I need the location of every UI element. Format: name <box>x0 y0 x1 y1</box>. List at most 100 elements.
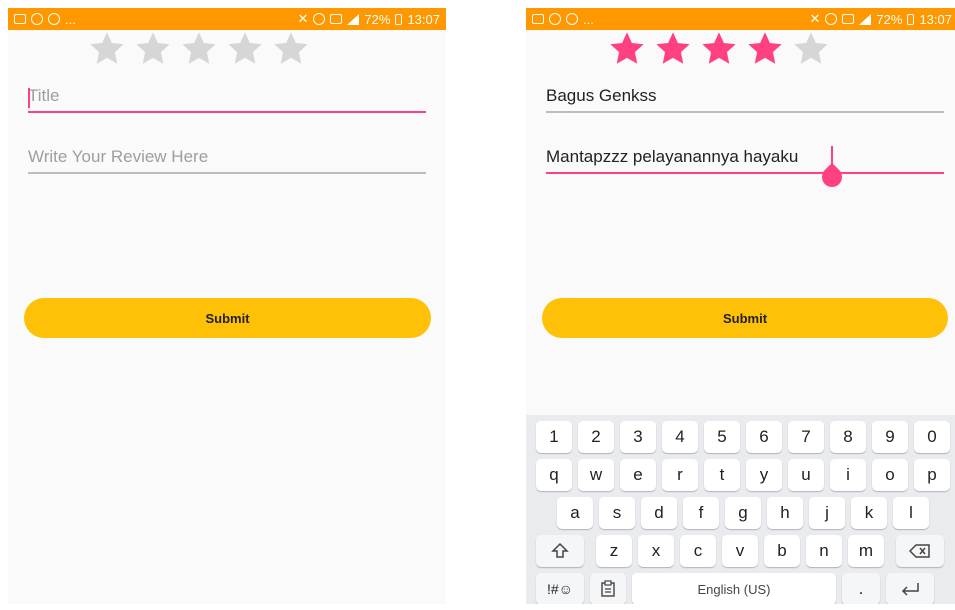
battery-text: 72% <box>364 11 391 27</box>
star-icon[interactable] <box>792 30 830 68</box>
key-1[interactable]: 1 <box>536 421 572 453</box>
key-z[interactable]: z <box>596 535 632 567</box>
key-w[interactable]: w <box>578 459 614 491</box>
status-bar: ... ✕ 72% 13:07 <box>8 8 446 30</box>
star-icon[interactable] <box>700 30 738 68</box>
at-icon <box>566 13 578 25</box>
review-input[interactable] <box>28 147 426 172</box>
shift-key[interactable] <box>536 535 584 567</box>
key-t[interactable]: t <box>704 459 740 491</box>
key-y[interactable]: y <box>746 459 782 491</box>
key-2[interactable]: 2 <box>578 421 614 453</box>
review-field[interactable] <box>28 147 426 174</box>
signal-icon <box>859 13 872 25</box>
battery-text: 72% <box>876 11 903 27</box>
key-5[interactable]: 5 <box>704 421 740 453</box>
text-cursor <box>28 88 30 108</box>
title-underline <box>28 111 426 113</box>
clipboard-key[interactable] <box>590 573 626 604</box>
keyboard-row-2: asdfghjkl <box>536 497 955 529</box>
key-a[interactable]: a <box>557 497 593 529</box>
key-o[interactable]: o <box>872 459 908 491</box>
key-v[interactable]: v <box>722 535 758 567</box>
star-icon[interactable] <box>180 30 218 68</box>
key-m[interactable]: m <box>848 535 884 567</box>
key-g[interactable]: g <box>725 497 761 529</box>
rating-bar[interactable] <box>88 30 310 68</box>
submit-button[interactable]: Submit <box>24 298 431 338</box>
period-key[interactable]: . <box>842 573 880 604</box>
key-c[interactable]: c <box>680 535 716 567</box>
star-icon[interactable] <box>226 30 264 68</box>
enter-icon <box>901 583 919 596</box>
key-l[interactable]: l <box>893 497 929 529</box>
key-q[interactable]: q <box>536 459 572 491</box>
whatsapp-icon <box>549 13 561 25</box>
key-k[interactable]: k <box>851 497 887 529</box>
key-9[interactable]: 9 <box>872 421 908 453</box>
review-input[interactable] <box>546 147 944 172</box>
key-i[interactable]: i <box>830 459 866 491</box>
alarm-icon <box>825 13 838 25</box>
notification-icon <box>842 14 855 24</box>
key-0[interactable]: 0 <box>914 421 950 453</box>
key-4[interactable]: 4 <box>662 421 698 453</box>
key-p[interactable]: p <box>914 459 950 491</box>
title-input[interactable] <box>28 86 426 111</box>
mute-icon: ✕ <box>809 11 821 26</box>
gallery-icon <box>532 14 544 24</box>
battery-icon <box>395 13 403 25</box>
title-field[interactable] <box>546 86 944 113</box>
key-s[interactable]: s <box>599 497 635 529</box>
status-bar: ... ✕ 72% 13:07 <box>526 8 955 30</box>
soft-keyboard: 1234567890 qwertyuiop asdfghjkl zxcvbnm … <box>526 415 955 604</box>
keyboard-bottom-row: !#☺ English (US) . <box>536 573 955 604</box>
title-field[interactable] <box>28 86 426 113</box>
symbols-key[interactable]: !#☺ <box>536 573 584 604</box>
key-7[interactable]: 7 <box>788 421 824 453</box>
clock: 13:07 <box>407 11 440 27</box>
key-e[interactable]: e <box>620 459 656 491</box>
star-icon[interactable] <box>88 30 126 68</box>
space-key[interactable]: English (US) <box>632 573 836 604</box>
key-x[interactable]: x <box>638 535 674 567</box>
key-h[interactable]: h <box>767 497 803 529</box>
notification-icon <box>330 14 343 24</box>
key-u[interactable]: u <box>788 459 824 491</box>
review-underline <box>28 172 426 174</box>
rating-bar[interactable] <box>608 30 830 68</box>
more-notifications-text: ... <box>583 11 594 27</box>
keyboard-number-row: 1234567890 <box>536 421 955 453</box>
star-icon[interactable] <box>608 30 646 68</box>
star-icon[interactable] <box>272 30 310 68</box>
more-notifications-text: ... <box>65 11 76 27</box>
clipboard-icon <box>601 580 615 597</box>
review-screen-empty: ... ✕ 72% 13:07 Submit <box>8 8 446 604</box>
key-d[interactable]: d <box>641 497 677 529</box>
submit-button[interactable]: Submit <box>542 298 948 338</box>
at-icon <box>48 13 60 25</box>
star-icon[interactable] <box>134 30 172 68</box>
review-screen-filled: ... ✕ 72% 13:07 Submit 1234567890 qwerty… <box>526 8 955 604</box>
key-f[interactable]: f <box>683 497 719 529</box>
mute-icon: ✕ <box>297 11 309 26</box>
enter-key[interactable] <box>886 573 934 604</box>
star-icon[interactable] <box>654 30 692 68</box>
key-8[interactable]: 8 <box>830 421 866 453</box>
key-n[interactable]: n <box>806 535 842 567</box>
shift-icon <box>551 542 569 558</box>
star-icon[interactable] <box>746 30 784 68</box>
key-r[interactable]: r <box>662 459 698 491</box>
key-3[interactable]: 3 <box>620 421 656 453</box>
review-field[interactable] <box>546 146 944 192</box>
backspace-key[interactable] <box>896 535 944 567</box>
keyboard-row-3: zxcvbnm <box>536 535 955 567</box>
clock: 13:07 <box>919 11 952 27</box>
key-6[interactable]: 6 <box>746 421 782 453</box>
key-b[interactable]: b <box>764 535 800 567</box>
whatsapp-icon <box>31 13 43 25</box>
key-j[interactable]: j <box>809 497 845 529</box>
title-underline <box>546 111 944 113</box>
backspace-icon <box>909 544 930 558</box>
title-input[interactable] <box>546 86 944 111</box>
